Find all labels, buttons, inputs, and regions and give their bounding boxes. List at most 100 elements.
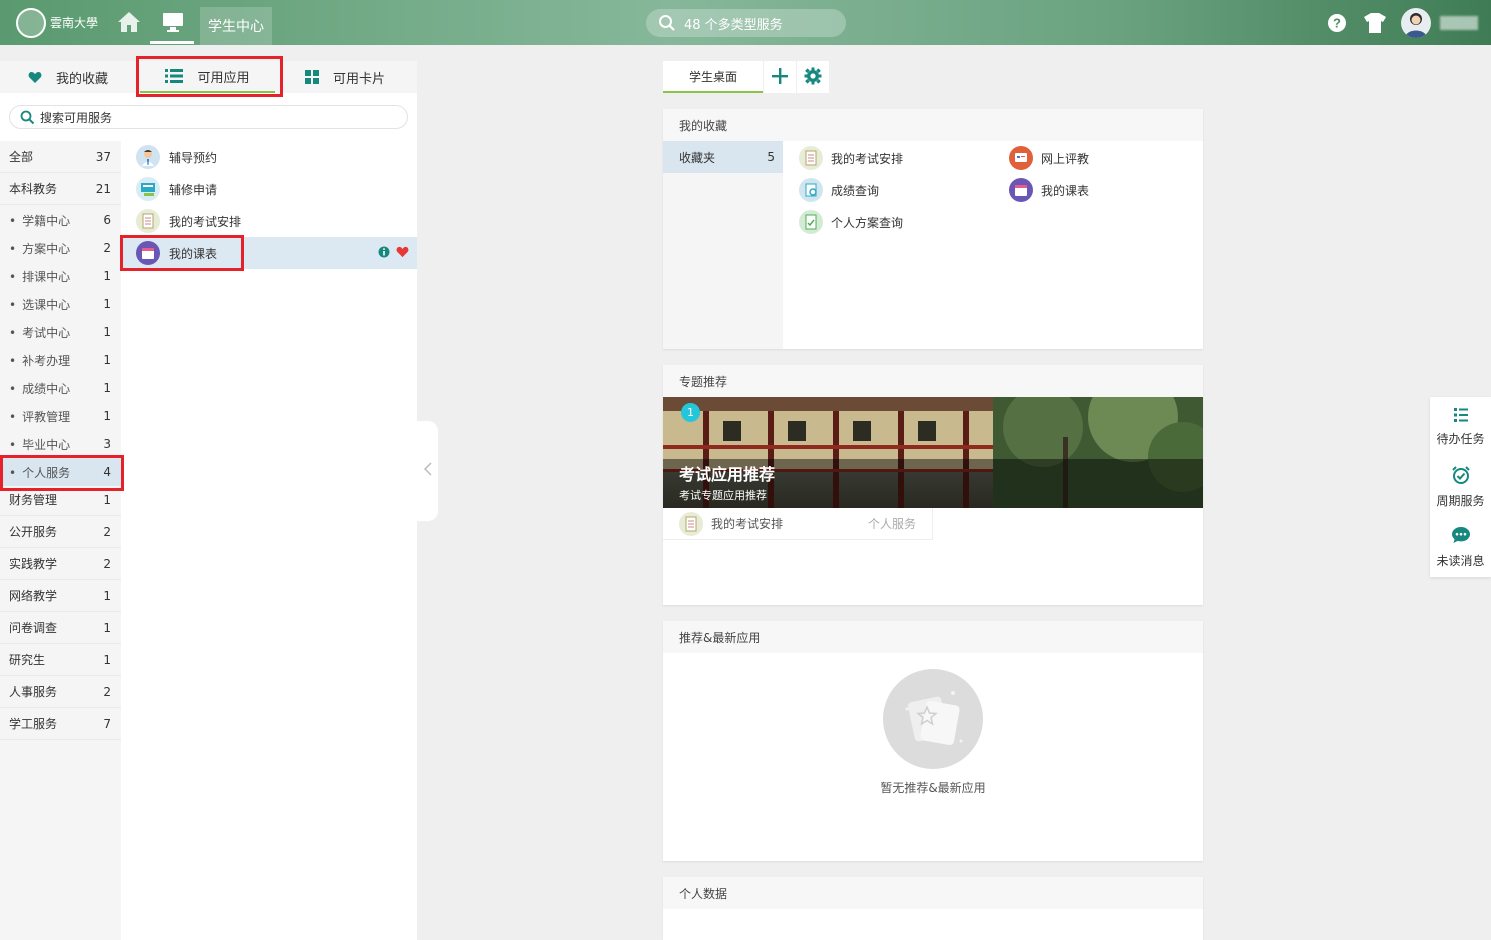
fav-app-label: 我的考试安排 [831, 151, 904, 166]
favorites-folder[interactable]: 收藏夹 5 [663, 141, 783, 173]
global-search[interactable]: 48 个多类型服务 [646, 9, 846, 37]
periodic-services-label: 周期服务 [1436, 494, 1485, 508]
fav-app-grade-query[interactable]: 成绩查询 [799, 178, 879, 202]
desktop-icon[interactable] [160, 10, 186, 34]
tab-available-apps[interactable]: 可用应用 [140, 61, 275, 93]
banner-title: 考试应用推荐 [679, 465, 776, 484]
subcategory-plan[interactable]: 方案中心 2 [0, 234, 121, 262]
app-item-timetable[interactable]: 我的课表 [121, 237, 417, 269]
heart-icon [28, 71, 42, 84]
periodic-services-button[interactable]: 周期服务 [1430, 457, 1491, 517]
fav-app-plan-query[interactable]: 个人方案查询 [799, 210, 903, 234]
category-count: 1 [103, 652, 111, 667]
category-count: 7 [103, 716, 111, 731]
home-icon[interactable] [116, 10, 142, 34]
fav-app-label: 成绩查询 [831, 183, 880, 198]
category-label: 公开服务 [9, 525, 58, 539]
subcategory-evaluation[interactable]: 评教管理 1 [0, 402, 121, 430]
favorites-folder-count: 5 [767, 150, 775, 164]
category-count: 1 [103, 588, 111, 603]
tab-my-favorites[interactable]: 我的收藏 [28, 61, 108, 93]
category-label: 实践教学 [9, 557, 58, 571]
category-count: 2 [103, 524, 111, 539]
topic-app-item[interactable]: 我的考试安排 个人服务 [663, 508, 933, 540]
fav-app-timetable[interactable]: 我的课表 [1009, 178, 1089, 202]
tab-student-center[interactable]: 学生中心 [200, 7, 272, 45]
desk-settings-button[interactable] [797, 61, 829, 93]
fav-app-exam-schedule[interactable]: 我的考试安排 [799, 146, 903, 170]
subcategory-grades[interactable]: 成绩中心 1 [0, 374, 121, 402]
grade-query-icon [799, 178, 823, 202]
unread-messages-label: 未读消息 [1436, 554, 1485, 568]
info-icon[interactable] [378, 246, 390, 261]
category-label: 排课中心 [9, 268, 70, 285]
category-count: 1 [103, 492, 111, 507]
subcategory-makeup-exam[interactable]: 补考办理 1 [0, 346, 121, 374]
category-label: 网络教学 [9, 589, 58, 603]
tutor-icon [136, 145, 160, 169]
theme-shirt-icon[interactable] [1363, 12, 1386, 34]
empty-state-illustration [883, 669, 983, 769]
category-label: 人事服务 [9, 685, 58, 699]
plan-query-icon [799, 210, 823, 234]
category-count: 37 [95, 149, 111, 164]
category-graduate-students[interactable]: 研究生 1 [0, 644, 121, 676]
fav-app-evaluation[interactable]: 网上评教 [1009, 146, 1089, 170]
category-finance[interactable]: 财务管理 1 [0, 484, 121, 516]
search-icon [20, 110, 35, 128]
topic-recommend-card: 专题推荐 1 考试应用推荐 考试专题应用推荐 我的考试安排 个人服务 [663, 365, 1203, 605]
category-all[interactable]: 全部 37 [0, 141, 121, 173]
category-practice-teaching[interactable]: 实践教学 2 [0, 548, 121, 580]
todo-tasks-button[interactable]: 待办任务 [1430, 397, 1491, 457]
todo-list-icon [1453, 407, 1469, 426]
category-hr-services[interactable]: 人事服务 2 [0, 676, 121, 708]
exam-schedule-icon [136, 209, 160, 233]
chat-bubble-icon [1451, 525, 1471, 548]
subcategory-status[interactable]: 学籍中心 6 [0, 206, 121, 234]
help-icon[interactable]: ? [1326, 12, 1348, 34]
user-avatar[interactable] [1401, 8, 1431, 38]
tab-my-favorites-label: 我的收藏 [56, 71, 109, 87]
category-label: 全部 [9, 150, 34, 164]
alarm-clock-icon [1451, 465, 1471, 488]
category-online-teaching[interactable]: 网络教学 1 [0, 580, 121, 612]
category-label: 本科教务 [9, 182, 58, 196]
search-icon [658, 14, 676, 36]
app-browser-panel: 我的收藏 可用应用 可用卡片 搜索可用服务 全部37 本科教务21 学籍中心6 … [0, 61, 417, 940]
subcategory-scheduling[interactable]: 排课中心 1 [0, 262, 121, 290]
tab-student-desk[interactable]: 学生桌面 [663, 61, 763, 93]
subcategory-personal-services[interactable]: 个人服务 4 [0, 458, 121, 486]
app-item-minor-apply[interactable]: 辅修申请 [121, 173, 417, 205]
app-item-exam-schedule[interactable]: 我的考试安排 [121, 205, 417, 237]
category-student-affairs[interactable]: 学工服务 7 [0, 708, 121, 740]
favorites-card: 我的收藏 收藏夹 5 我的考试安排 网上评教 成绩查询 我的课表 个人方案查询 [663, 109, 1203, 349]
fav-app-label: 我的课表 [1041, 183, 1090, 198]
app-label: 辅修申请 [169, 182, 218, 197]
category-label: 评教管理 [9, 408, 70, 425]
add-desk-button[interactable] [764, 61, 796, 93]
category-count: 2 [103, 556, 111, 571]
university-logo[interactable]: 雲南大學 [16, 7, 102, 39]
tab-available-cards[interactable]: 可用卡片 [305, 61, 385, 93]
category-public-services[interactable]: 公开服务 2 [0, 516, 121, 548]
recommend-card-title: 推荐&最新应用 [663, 621, 1203, 653]
category-undergrad-affairs[interactable]: 本科教务 21 [0, 173, 121, 205]
global-search-text: 48 个多类型服务 [684, 17, 783, 33]
unread-messages-button[interactable]: 未读消息 [1430, 517, 1491, 577]
subcategory-exam[interactable]: 考试中心 1 [0, 318, 121, 346]
tab-available-apps-label: 可用应用 [197, 70, 250, 86]
subcategory-course-selection[interactable]: 选课中心 1 [0, 290, 121, 318]
username-redacted[interactable] [1440, 16, 1478, 30]
favorite-heart-icon[interactable] [396, 246, 409, 261]
category-count: 6 [103, 213, 111, 227]
category-surveys[interactable]: 问卷调查 1 [0, 612, 121, 644]
service-search-input[interactable]: 搜索可用服务 [9, 105, 408, 129]
subcategory-graduation[interactable]: 毕业中心 3 [0, 430, 121, 458]
tab-available-cards-label: 可用卡片 [333, 71, 386, 87]
topic-banner[interactable]: 1 考试应用推荐 考试专题应用推荐 [663, 397, 1203, 508]
app-item-tutoring[interactable]: 辅导预约 [121, 141, 417, 173]
category-label: 方案中心 [9, 240, 70, 257]
list-icon [165, 69, 184, 83]
collapse-panel-handle[interactable] [417, 421, 438, 521]
app-label: 我的考试安排 [169, 214, 242, 229]
